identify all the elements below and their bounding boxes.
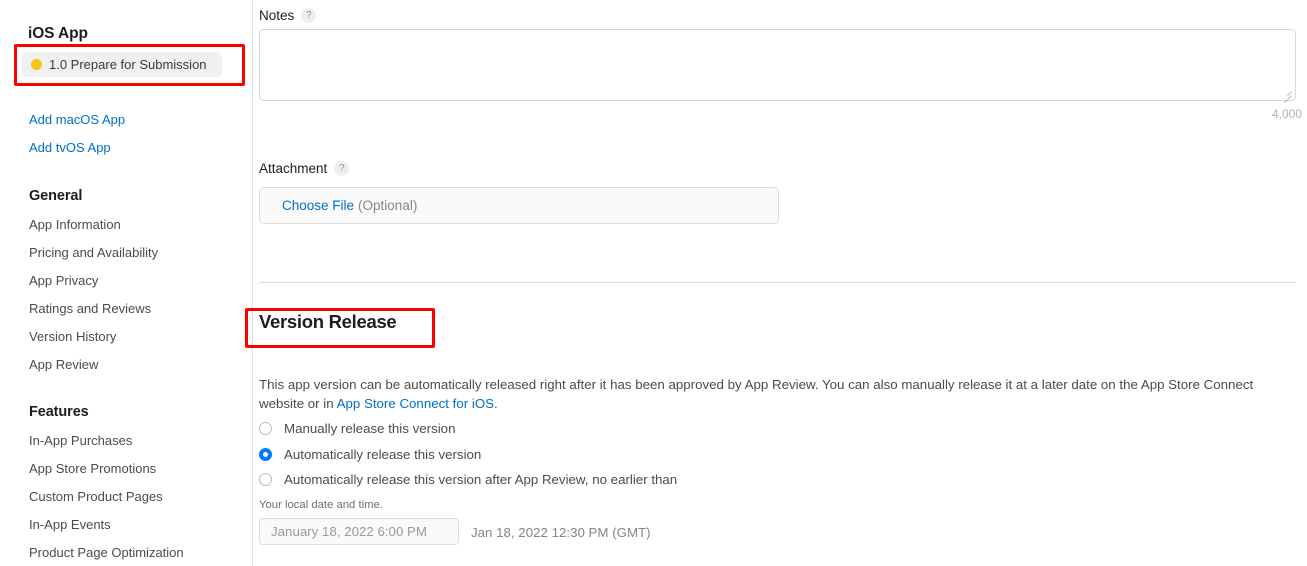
sidebar-version-label: 1.0 Prepare for Submission: [49, 57, 207, 72]
sidebar-group-title-general: General: [29, 188, 83, 204]
sidebar-item-custom-product-pages[interactable]: Custom Product Pages: [29, 489, 163, 504]
sidebar-group-title-features: Features: [29, 404, 89, 420]
yellow-status-dot: [31, 59, 42, 70]
radio-circle-icon[interactable]: [259, 422, 272, 435]
sidebar-item-app-review[interactable]: App Review: [29, 357, 98, 372]
release-date-input[interactable]: January 18, 2022 6:00 PM: [259, 518, 459, 545]
attachment-optional-label: (Optional): [358, 198, 418, 213]
radio-circle-icon[interactable]: [259, 473, 272, 486]
sidebar-item-app-privacy[interactable]: App Privacy: [29, 273, 98, 288]
notes-character-counter: 4,000: [1271, 107, 1302, 121]
attachment-label-text: Attachment: [259, 161, 328, 176]
app-store-connect-ios-link[interactable]: App Store Connect for iOS.: [337, 396, 498, 411]
sidebar-item-in-app-events[interactable]: In-App Events: [29, 517, 111, 532]
version-release-title: Version Release: [259, 311, 397, 332]
question-mark-icon[interactable]: ?: [301, 8, 317, 23]
radio-automatically-release[interactable]: Automatically release this version: [259, 447, 481, 462]
main-content: Notes ? 4,000 Attachment ? Choose File (…: [245, 0, 1307, 566]
notes-label-text: Notes: [259, 8, 295, 23]
sidebar-item-version-history[interactable]: Version History: [29, 329, 116, 344]
release-date-gmt-note: Jan 18, 2022 12:30 PM (GMT): [471, 525, 651, 540]
sidebar-app-title: iOS App: [28, 25, 88, 42]
sidebar: iOS App 1.0 Prepare for Submission Add m…: [0, 0, 253, 566]
radio-label-automatically-release-after-review: Automatically release this version after…: [284, 472, 678, 487]
section-divider: [259, 282, 1296, 283]
radio-circle-selected-icon[interactable]: [259, 448, 272, 461]
release-date-value: January 18, 2022 6:00 PM: [271, 524, 427, 539]
add-tvos-app-link[interactable]: Add tvOS App: [29, 140, 111, 155]
radio-manually-release[interactable]: Manually release this version: [259, 421, 455, 436]
attachment-label: Attachment ?: [259, 161, 350, 176]
sidebar-item-app-information[interactable]: App Information: [29, 217, 121, 232]
notes-label: Notes ?: [259, 8, 317, 23]
attachment-file-picker[interactable]: Choose File (Optional): [259, 187, 779, 224]
app-store-connect-page: iOS App 1.0 Prepare for Submission Add m…: [0, 0, 1307, 566]
sidebar-item-pricing-and-availability[interactable]: Pricing and Availability: [29, 245, 158, 260]
radio-automatically-release-after-review[interactable]: Automatically release this version after…: [259, 472, 677, 487]
sidebar-item-version[interactable]: 1.0 Prepare for Submission: [22, 52, 222, 77]
sidebar-item-app-store-promotions[interactable]: App Store Promotions: [29, 461, 156, 476]
sidebar-item-ratings-and-reviews[interactable]: Ratings and Reviews: [29, 301, 151, 316]
add-macos-app-link[interactable]: Add macOS App: [29, 112, 125, 127]
resize-handle-icon[interactable]: [1281, 86, 1293, 104]
sidebar-item-in-app-purchases[interactable]: In-App Purchases: [29, 433, 132, 448]
radio-label-automatically-release: Automatically release this version: [284, 447, 482, 462]
local-time-note: Your local date and time.: [259, 499, 383, 511]
notes-textarea[interactable]: [259, 29, 1296, 104]
sidebar-item-product-page-optimization[interactable]: Product Page Optimization: [29, 545, 184, 560]
radio-label-manually-release: Manually release this version: [284, 421, 456, 436]
question-mark-icon[interactable]: ?: [334, 161, 350, 176]
version-release-description: This app version can be automatically re…: [259, 375, 1284, 413]
choose-file-button[interactable]: Choose File: [282, 198, 354, 213]
